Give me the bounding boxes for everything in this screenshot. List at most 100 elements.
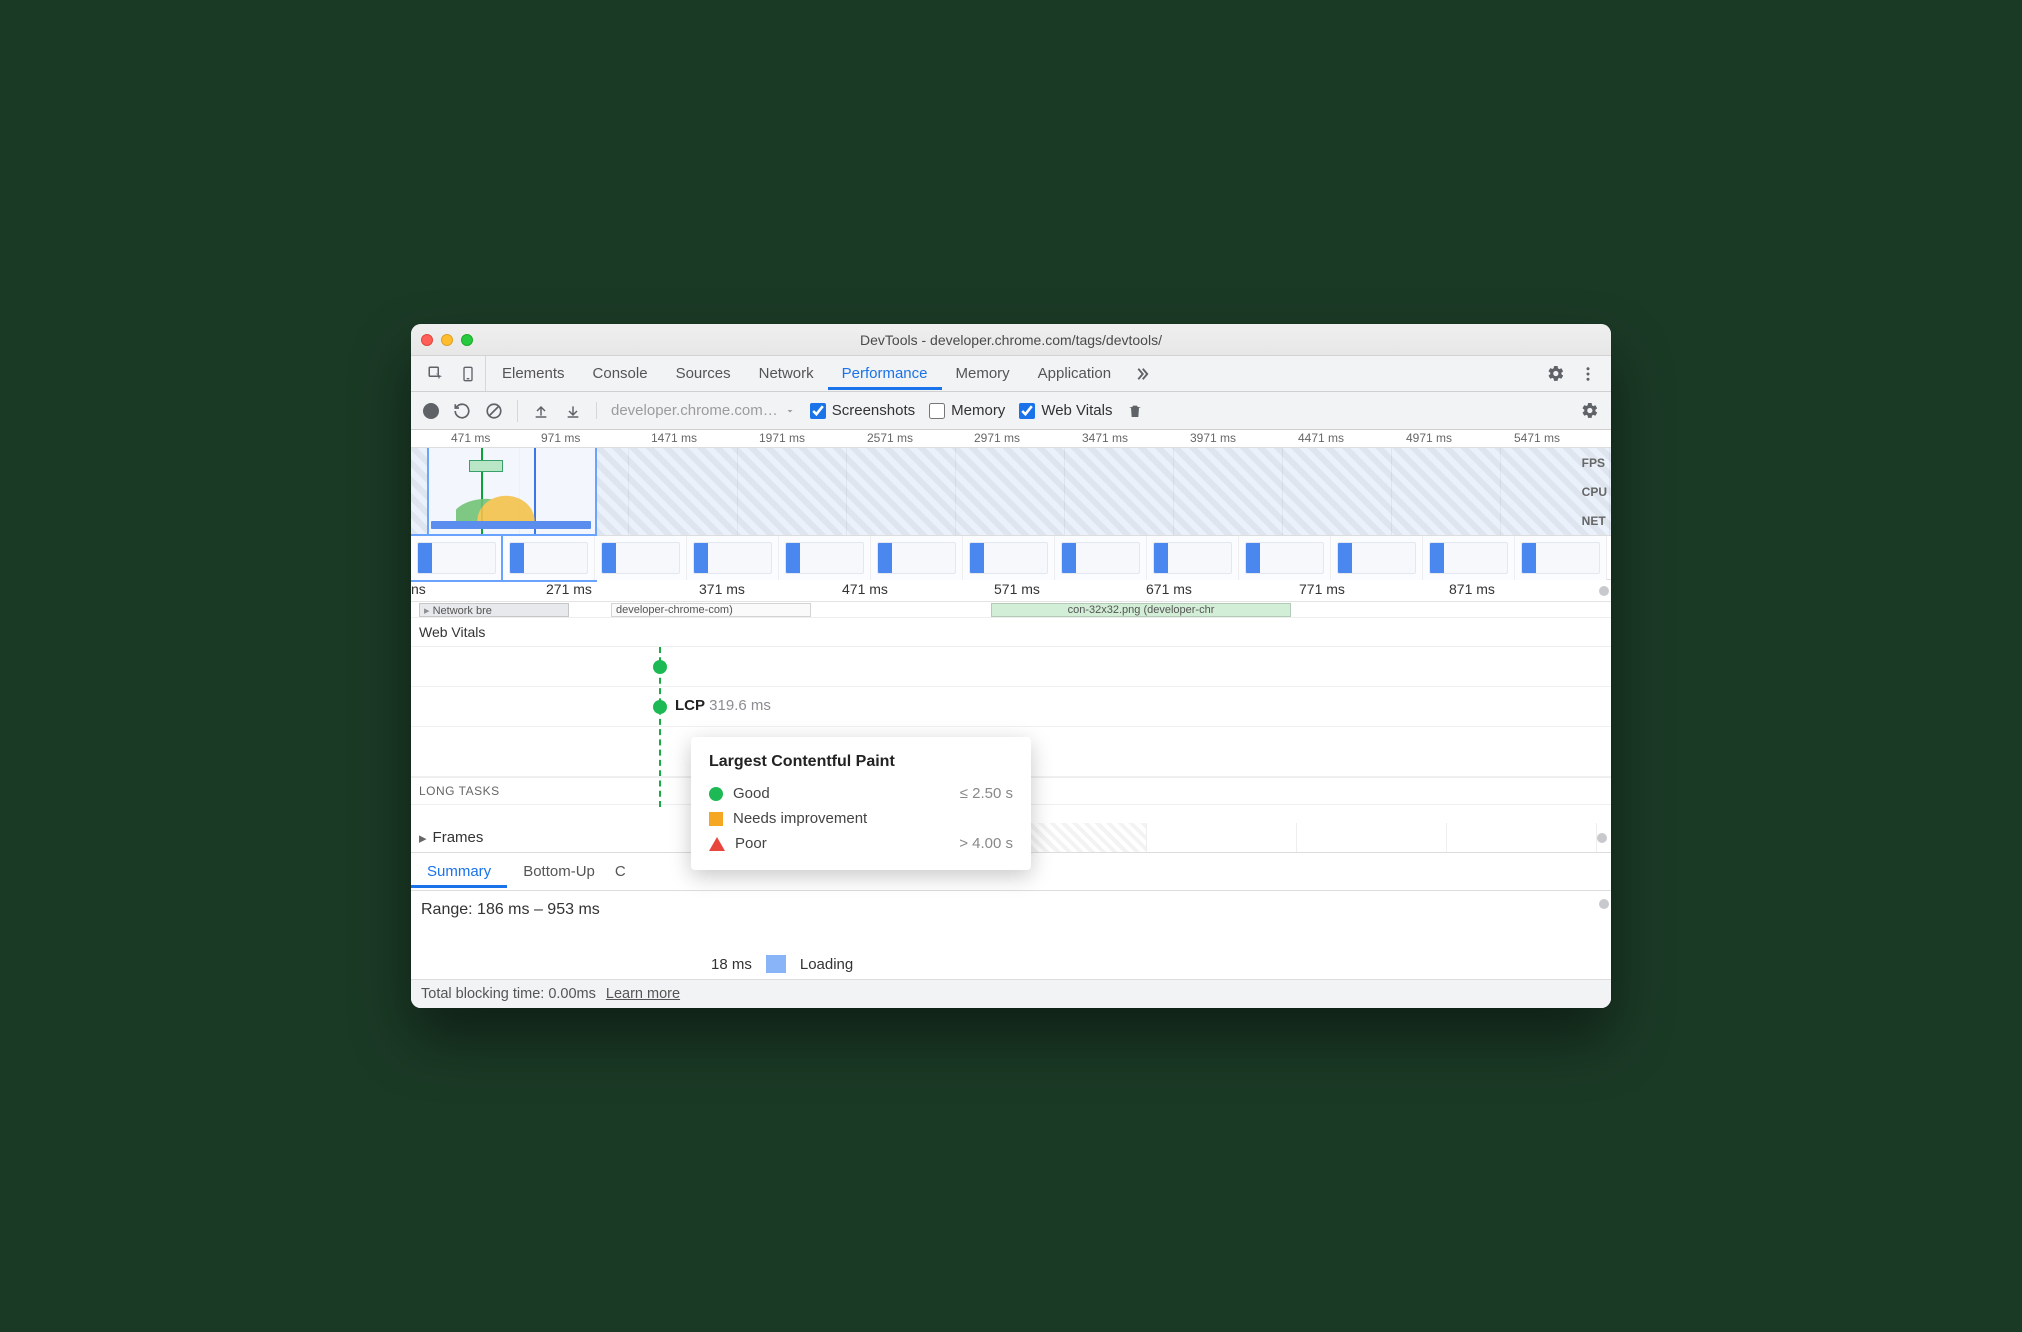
detail-tick: ns [411, 581, 426, 597]
lcp-metric-label: LCP [675, 697, 705, 714]
tab-truncated[interactable]: C [611, 855, 642, 888]
overview[interactable]: 471 ms971 ms1471 ms1971 ms2971 ms3471 ms… [411, 430, 1611, 580]
detail-tick: 271 ms [546, 581, 592, 597]
filmstrip-frame[interactable] [963, 536, 1055, 580]
window-title: DevTools - developer.chrome.com/tags/dev… [411, 332, 1611, 348]
tab-elements[interactable]: Elements [488, 357, 579, 390]
filmstrip-frame[interactable] [1147, 536, 1239, 580]
recording-selector-label: developer.chrome.com… [611, 402, 778, 419]
filmstrip-frame[interactable] [503, 536, 595, 580]
range-text: Range: 186 ms – 953 ms [421, 901, 600, 918]
tab-network[interactable]: Network [745, 357, 828, 390]
tab-summary[interactable]: Summary [411, 855, 507, 888]
network-bar-label: Network bre [433, 605, 492, 617]
chevron-down-icon [784, 405, 796, 417]
webvitals-checkbox[interactable]: Web Vitals [1019, 402, 1112, 419]
web-vitals-area: LCP 319.6 ms Largest Contentful Paint Go… [411, 647, 1611, 823]
reload-icon[interactable] [453, 402, 471, 420]
overview-tick: 471 ms [451, 431, 490, 445]
tooltip-good-label: Good [733, 785, 770, 802]
tooltip-poor-value: > 4.00 s [959, 835, 1013, 852]
download-icon[interactable] [564, 402, 582, 420]
more-tabs-icon[interactable] [1133, 365, 1151, 383]
tab-bottom-up[interactable]: Bottom-Up [507, 855, 611, 888]
detail-tick: 571 ms [994, 581, 1040, 597]
detail-area: ns 271 ms 371 ms 471 ms 571 ms 671 ms 771 ms 87… [411, 580, 1611, 1008]
expand-icon[interactable]: ▸ [419, 829, 427, 847]
filmstrip-frame[interactable] [1515, 536, 1607, 580]
upload-icon[interactable] [532, 402, 550, 420]
tab-console[interactable]: Console [579, 357, 662, 390]
clear-icon[interactable] [485, 402, 503, 420]
status-bar: Total blocking time: 0.00ms Learn more [411, 980, 1611, 1008]
main-tabs: ElementsConsoleSourcesNetworkPerformance… [411, 356, 1611, 392]
overview-tick: 4471 ms [1298, 431, 1344, 445]
kebab-icon[interactable] [1579, 365, 1597, 383]
titlebar: DevTools - developer.chrome.com/tags/dev… [411, 324, 1611, 356]
scroll-thumb[interactable] [1599, 586, 1609, 596]
scroll-thumb[interactable] [1597, 833, 1607, 843]
filmstrip-frame[interactable] [595, 536, 687, 580]
filmstrip-frame[interactable] [779, 536, 871, 580]
filmstrip-frame[interactable] [687, 536, 779, 580]
network-track: ▸ Network bre developer-chrome-com) con-… [411, 602, 1611, 618]
trash-icon[interactable] [1126, 402, 1144, 420]
filmstrip-frame[interactable] [1331, 536, 1423, 580]
detail-tick: 771 ms [1299, 581, 1345, 597]
web-vitals-header: Web Vitals [411, 618, 1611, 647]
filmstrip[interactable] [411, 536, 1611, 580]
good-swatch-icon [709, 787, 723, 801]
scroll-thumb[interactable] [1599, 899, 1609, 909]
tab-memory[interactable]: Memory [942, 357, 1024, 390]
recording-selector[interactable]: developer.chrome.com… [596, 402, 796, 419]
inspect-icon[interactable] [427, 365, 445, 383]
capture-settings-icon[interactable] [1581, 402, 1599, 420]
detail-ruler[interactable]: ns 271 ms 371 ms 471 ms 571 ms 671 ms 771 ms 87… [411, 580, 1611, 602]
overview-tick: 971 ms [541, 431, 580, 445]
filmstrip-frame[interactable] [871, 536, 963, 580]
overview-tick: 3471 ms [1082, 431, 1128, 445]
loading-swatch-icon [766, 955, 786, 973]
memory-checkbox[interactable]: Memory [929, 402, 1005, 419]
tooltip-poor-label: Poor [735, 835, 767, 852]
devtools-window: DevTools - developer.chrome.com/tags/dev… [411, 324, 1611, 1008]
loading-ms: 18 ms [711, 956, 752, 973]
vital-marker-1[interactable] [653, 660, 667, 674]
tooltip-ni-label: Needs improvement [733, 810, 867, 827]
filmstrip-frame[interactable] [1055, 536, 1147, 580]
settings-icon[interactable] [1547, 365, 1565, 383]
detail-tick: 471 ms [842, 581, 888, 597]
detail-tick: 871 ms [1449, 581, 1495, 597]
tooltip-title: Largest Contentful Paint [709, 753, 1013, 771]
overview-tick: 2971 ms [974, 431, 1020, 445]
lcp-tooltip: Largest Contentful Paint Good≤ 2.50 s Ne… [691, 737, 1031, 870]
filmstrip-frame[interactable] [1423, 536, 1515, 580]
lane-label: CPU [1582, 485, 1607, 499]
frames-label: Frames [433, 829, 484, 846]
poor-swatch-icon [709, 837, 725, 851]
tab-application[interactable]: Application [1024, 357, 1125, 390]
detail-tick: 371 ms [699, 581, 745, 597]
learn-more-link[interactable]: Learn more [606, 986, 680, 1002]
filmstrip-frame[interactable] [1239, 536, 1331, 580]
icon-bar-label: con-32x32.png (developer-chr [1068, 604, 1215, 616]
overview-tick: 3971 ms [1190, 431, 1236, 445]
lcp-value: 319.6 ms [709, 697, 771, 714]
record-icon[interactable] [423, 403, 439, 419]
overview-ruler: 471 ms971 ms1471 ms1971 ms2971 ms3471 ms… [411, 430, 1611, 448]
screenshots-checkbox[interactable]: Screenshots [810, 402, 915, 419]
lane-label: NET [1582, 514, 1607, 528]
tab-sources[interactable]: Sources [662, 357, 745, 390]
detail-tick: 671 ms [1146, 581, 1192, 597]
overview-tick: 5471 ms [1514, 431, 1560, 445]
lcp-marker[interactable] [653, 700, 667, 714]
lane-label: FPS [1582, 456, 1607, 470]
overview-tick: 1471 ms [651, 431, 697, 445]
main-bar-label: developer-chrome-com) [616, 604, 733, 616]
overview-tick: 4971 ms [1406, 431, 1452, 445]
device-icon[interactable] [459, 365, 477, 383]
filmstrip-frame[interactable] [411, 536, 503, 580]
overview-lanes: FPS CPU NET [411, 448, 1611, 536]
loading-label: Loading [800, 956, 853, 973]
tab-performance[interactable]: Performance [828, 357, 942, 390]
